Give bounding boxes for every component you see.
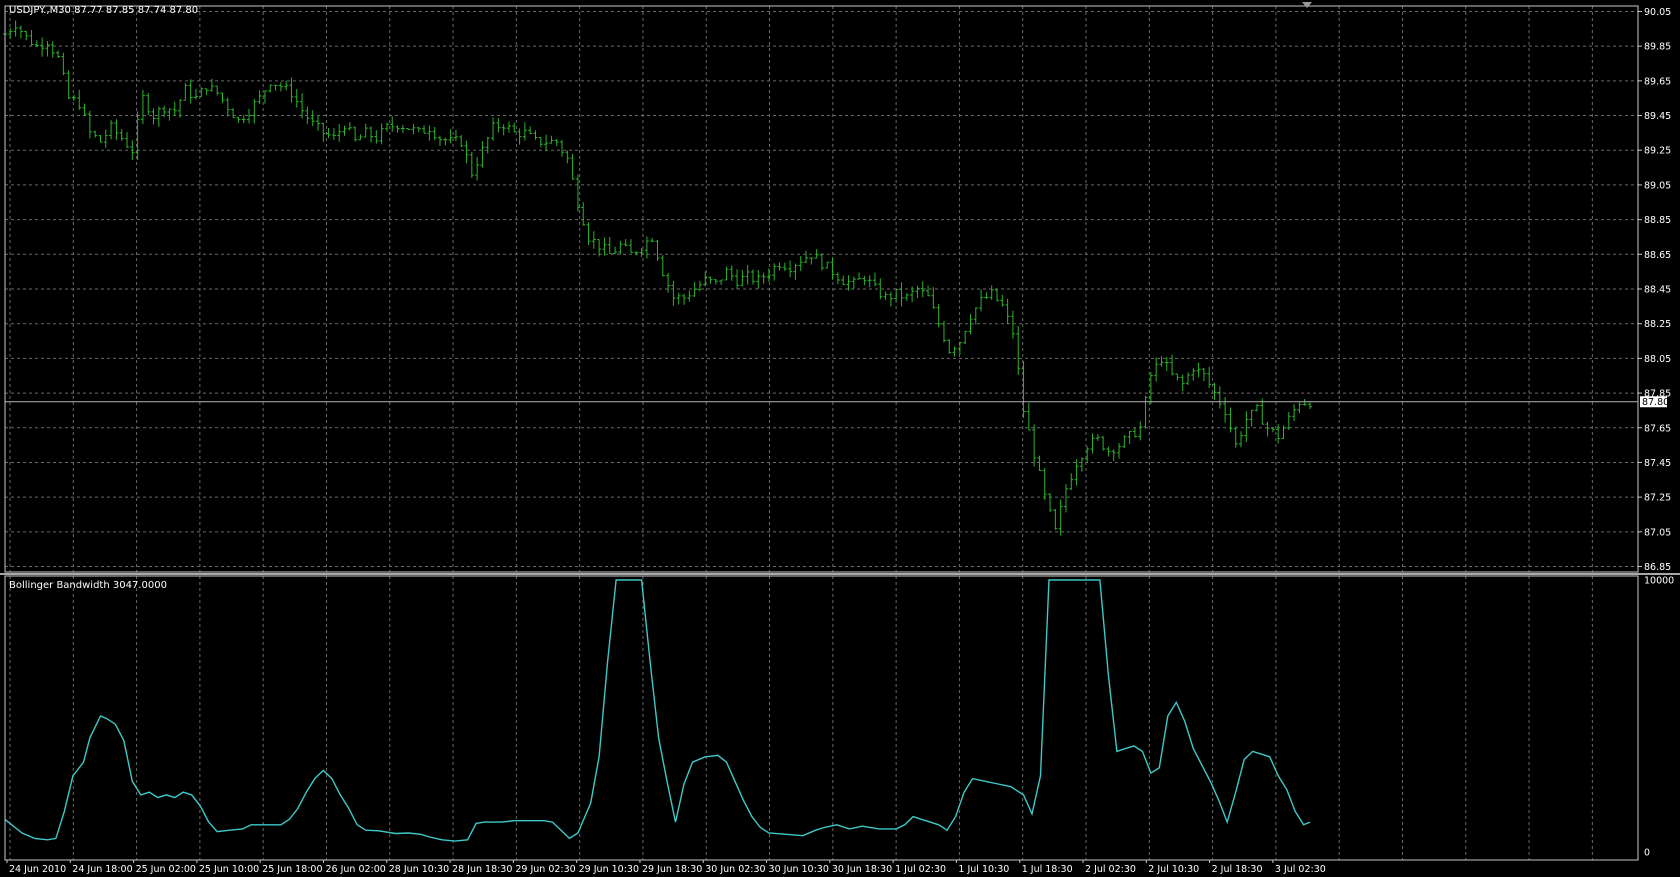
- price-tick-label: 87.25: [1644, 493, 1671, 504]
- price-tick-label: 87.45: [1644, 458, 1671, 469]
- time-tick-label: 25 Jun 18:00: [262, 864, 322, 875]
- time-tick-label: 1 Jul 18:30: [1022, 864, 1073, 875]
- symbol-header: USDJPY.,M30 87.77 87.85 87.74 87.80: [9, 5, 198, 16]
- time-tick-label: 25 Jun 02:00: [136, 864, 196, 875]
- time-tick-label: 24 Jun 18:00: [72, 864, 132, 875]
- time-tick-label: 28 Jun 18:30: [452, 864, 512, 875]
- time-tick-label: 30 Jun 18:30: [832, 864, 892, 875]
- time-tick-label: 1 Jul 10:30: [958, 864, 1009, 875]
- price-tick-label: 89.85: [1644, 42, 1671, 53]
- price-tick-label: 88.45: [1644, 285, 1671, 296]
- time-tick-label: 1 Jul 02:30: [895, 864, 946, 875]
- time-tick-label: 30 Jun 10:30: [769, 864, 829, 875]
- time-tick-label: 25 Jun 10:00: [199, 864, 259, 875]
- time-tick-label: 30 Jun 02:30: [705, 864, 765, 875]
- price-tick-label: 88.25: [1644, 319, 1671, 330]
- current-price-label: 87.80: [1642, 397, 1669, 408]
- time-tick-label: 29 Jun 10:30: [579, 864, 639, 875]
- price-tick-label: 88.05: [1644, 354, 1671, 365]
- price-tick-label: 87.65: [1644, 423, 1671, 434]
- price-tick-label: 88.85: [1644, 215, 1671, 226]
- indicator-tick-label: 0: [1644, 848, 1650, 859]
- price-tick-label: 90.05: [1644, 7, 1671, 18]
- current-price-tag: 87.80: [1640, 396, 1669, 408]
- chart-background: [0, 0, 1680, 877]
- time-tick-label: 29 Jun 18:30: [642, 864, 702, 875]
- time-tick-label: 2 Jul 02:30: [1085, 864, 1136, 875]
- time-tick-label: 2 Jul 18:30: [1212, 864, 1263, 875]
- indicator-tick-label: 10000: [1644, 576, 1674, 587]
- price-tick-label: 89.65: [1644, 76, 1671, 87]
- time-tick-label: 29 Jun 02:30: [515, 864, 575, 875]
- price-tick-label: 89.45: [1644, 111, 1671, 122]
- time-tick-label: 28 Jun 10:30: [389, 864, 449, 875]
- price-tick-label: 87.05: [1644, 527, 1671, 538]
- indicator-header: Bollinger Bandwidth 3047.0000: [9, 580, 167, 591]
- time-tick-label: 26 Jun 02:00: [325, 864, 385, 875]
- price-tick-label: 88.65: [1644, 250, 1671, 261]
- price-tick-label: 89.05: [1644, 180, 1671, 191]
- trading-chart[interactable]: 90.05 89.85 89.65 89.45 89.25 89.05 88.85 88.65…: [0, 0, 1680, 877]
- time-tick-label: 3 Jul 02:30: [1275, 864, 1326, 875]
- time-tick-label: 24 Jun 2010: [9, 864, 66, 875]
- time-tick-label: 2 Jul 10:30: [1148, 864, 1199, 875]
- price-tick-label: 89.25: [1644, 146, 1671, 157]
- price-tick-label: 86.85: [1644, 562, 1671, 573]
